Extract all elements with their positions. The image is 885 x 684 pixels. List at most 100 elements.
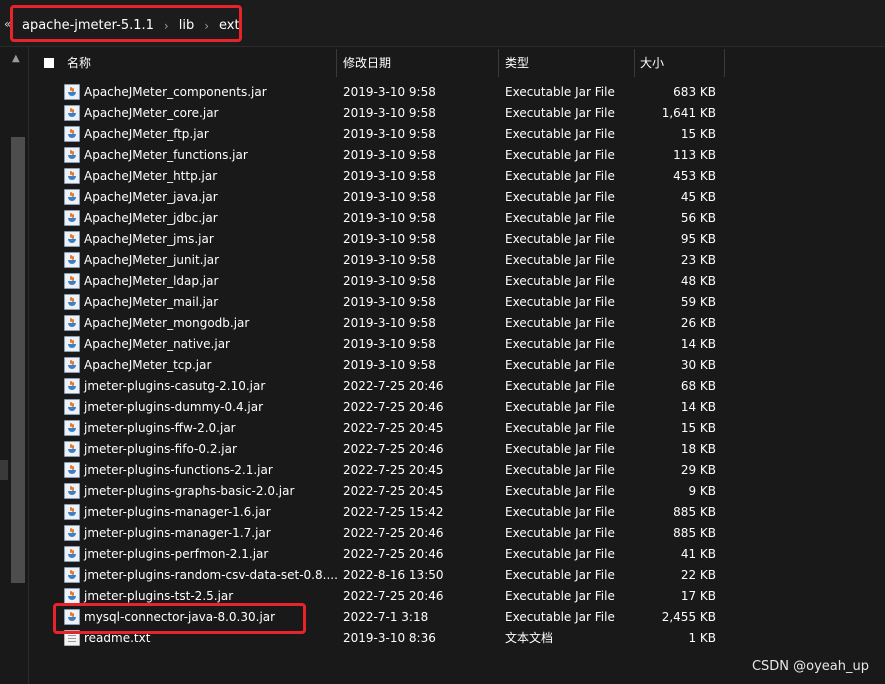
column-divider[interactable] — [498, 49, 499, 77]
file-row[interactable]: jmeter-plugins-casutg-2.10.jar 2022-7-25 … — [29, 376, 885, 397]
file-name: ApacheJMeter_mongodb.jar — [84, 316, 250, 330]
file-row[interactable]: ApacheJMeter_native.jar 2019-3-10 9:58 Exe… — [29, 334, 885, 355]
file-row[interactable]: jmeter-plugins-perfmon-2.1.jar 2022-7-25 … — [29, 544, 885, 565]
file-size: 453 KB — [673, 169, 716, 183]
pane-splitter[interactable] — [0, 460, 8, 480]
file-type: Executable Jar File — [505, 190, 615, 204]
file-type: Executable Jar File — [505, 106, 615, 120]
jar-file-icon — [64, 294, 80, 310]
file-date: 2022-7-1 3:18 — [343, 610, 429, 624]
jar-file-icon — [64, 483, 80, 499]
column-divider[interactable] — [336, 49, 337, 77]
file-date: 2019-3-10 9:58 — [343, 190, 436, 204]
file-row[interactable]: jmeter-plugins-manager-1.6.jar 2022-7-25 … — [29, 502, 885, 523]
file-name: jmeter-plugins-ffw-2.0.jar — [84, 421, 236, 435]
column-type[interactable]: 类型 — [505, 47, 529, 79]
file-type: Executable Jar File — [505, 169, 615, 183]
file-name: jmeter-plugins-random-csv-data-set-0.8..… — [84, 568, 338, 582]
file-type: Executable Jar File — [505, 589, 615, 603]
file-row[interactable]: ApacheJMeter_jdbc.jar 2019-3-10 9:58 Execu… — [29, 208, 885, 229]
jar-file-icon — [64, 399, 80, 415]
file-row[interactable]: ApacheJMeter_functions.jar 2019-3-10 9:58… — [29, 145, 885, 166]
jar-file-icon — [64, 441, 80, 457]
file-row[interactable]: jmeter-plugins-fifo-0.2.jar 2022-7-25 20:… — [29, 439, 885, 460]
file-type: Executable Jar File — [505, 568, 615, 582]
file-type: Executable Jar File — [505, 253, 615, 267]
file-row[interactable]: ApacheJMeter_mongodb.jar 2019-3-10 9:58 Ex… — [29, 313, 885, 334]
file-type: Executable Jar File — [505, 337, 615, 351]
column-size[interactable]: 大小 — [640, 47, 664, 79]
file-type: Executable Jar File — [505, 274, 615, 288]
file-type: Executable Jar File — [505, 358, 615, 372]
file-row[interactable]: jmeter-plugins-random-csv-data-set-0.8..… — [29, 565, 885, 586]
file-name: ApacheJMeter_ftp.jar — [84, 127, 209, 141]
file-name: ApacheJMeter_java.jar — [84, 190, 218, 204]
file-date: 2019-3-10 9:58 — [343, 295, 436, 309]
file-size: 14 KB — [680, 337, 716, 351]
column-date[interactable]: 修改日期 — [343, 47, 391, 79]
column-divider[interactable] — [724, 49, 725, 77]
file-name: ApacheJMeter_native.jar — [84, 337, 230, 351]
file-row[interactable]: jmeter-plugins-ffw-2.0.jar 2022-7-25 20:4… — [29, 418, 885, 439]
scroll-up-icon[interactable]: ▲ — [12, 53, 20, 64]
file-type: Executable Jar File — [505, 400, 615, 414]
jar-file-icon — [64, 378, 80, 394]
file-date: 2019-3-10 9:58 — [343, 211, 436, 225]
file-name: ApacheJMeter_http.jar — [84, 169, 218, 183]
scrollbar-thumb[interactable] — [11, 137, 25, 583]
file-size: 26 KB — [680, 316, 716, 330]
file-row[interactable]: ApacheJMeter_http.jar 2019-3-10 9:58 Execu… — [29, 166, 885, 187]
file-size: 1 KB — [688, 631, 716, 645]
file-date: 2022-7-25 20:46 — [343, 526, 444, 540]
file-row[interactable]: ApacheJMeter_ftp.jar 2019-3-10 9:58 Execut… — [29, 124, 885, 145]
highlight-box-path — [10, 5, 242, 42]
file-row[interactable]: ApacheJMeter_ldap.jar 2019-3-10 9:58 Execu… — [29, 271, 885, 292]
file-size: 48 KB — [680, 274, 716, 288]
file-type: Executable Jar File — [505, 484, 615, 498]
file-name: jmeter-plugins-manager-1.7.jar — [84, 526, 271, 540]
jar-file-icon — [64, 189, 80, 205]
select-all-checkbox[interactable] — [44, 58, 54, 68]
file-row[interactable]: jmeter-plugins-functions-2.1.jar 2022-7-2… — [29, 460, 885, 481]
file-date: 2019-3-10 9:58 — [343, 106, 436, 120]
file-name: ApacheJMeter_functions.jar — [84, 148, 248, 162]
file-row[interactable]: ApacheJMeter_junit.jar 2019-3-10 9:58 Exec… — [29, 250, 885, 271]
file-row[interactable]: jmeter-plugins-dummy-0.4.jar 2022-7-25 20… — [29, 397, 885, 418]
file-row[interactable]: ApacheJMeter_components.jar 2019-3-10 9:5… — [29, 82, 885, 103]
file-name: ApacheJMeter_mail.jar — [84, 295, 219, 309]
file-row[interactable]: jmeter-plugins-manager-1.7.jar 2022-7-25 … — [29, 523, 885, 544]
file-name: jmeter-plugins-manager-1.6.jar — [84, 505, 271, 519]
file-size: 45 KB — [680, 190, 716, 204]
file-name: jmeter-plugins-fifo-0.2.jar — [84, 442, 237, 456]
file-type: Executable Jar File — [505, 610, 615, 624]
file-date: 2019-3-10 9:58 — [343, 274, 436, 288]
file-date: 2019-3-10 9:58 — [343, 148, 436, 162]
jar-file-icon — [64, 84, 80, 100]
file-row[interactable]: ApacheJMeter_jms.jar 2019-3-10 9:58 Execut… — [29, 229, 885, 250]
column-header: 名称 修改日期 类型 大小 — [29, 47, 885, 79]
jar-file-icon — [64, 525, 80, 541]
jar-file-icon — [64, 336, 80, 352]
file-date: 2022-7-25 20:46 — [343, 400, 444, 414]
jar-file-icon — [64, 231, 80, 247]
file-size: 30 KB — [680, 358, 716, 372]
jar-file-icon — [64, 126, 80, 142]
file-name: ApacheJMeter_components.jar — [84, 85, 267, 99]
file-type: Executable Jar File — [505, 505, 615, 519]
file-row[interactable]: ApacheJMeter_java.jar 2019-3-10 9:58 Execu… — [29, 187, 885, 208]
column-divider[interactable] — [634, 49, 635, 77]
file-name: ApacheJMeter_junit.jar — [84, 253, 220, 267]
file-row[interactable]: ApacheJMeter_mail.jar 2019-3-10 9:58 Execu… — [29, 292, 885, 313]
file-row[interactable]: ApacheJMeter_tcp.jar 2019-3-10 9:58 Execut… — [29, 355, 885, 376]
file-row[interactable]: ApacheJMeter_core.jar 2019-3-10 9:58 Execu… — [29, 103, 885, 124]
file-name: ApacheJMeter_jdbc.jar — [84, 211, 218, 225]
file-name: ApacheJMeter_jms.jar — [84, 232, 214, 246]
file-type: Executable Jar File — [505, 85, 615, 99]
file-row[interactable]: jmeter-plugins-graphs-basic-2.0.jar 2022-… — [29, 481, 885, 502]
file-size: 56 KB — [680, 211, 716, 225]
file-date: 2022-7-25 15:42 — [343, 505, 444, 519]
file-name: jmeter-plugins-dummy-0.4.jar — [84, 400, 264, 414]
file-date: 2019-3-10 9:58 — [343, 127, 436, 141]
column-name[interactable]: 名称 — [67, 47, 91, 79]
file-name: jmeter-plugins-functions-2.1.jar — [84, 463, 273, 477]
